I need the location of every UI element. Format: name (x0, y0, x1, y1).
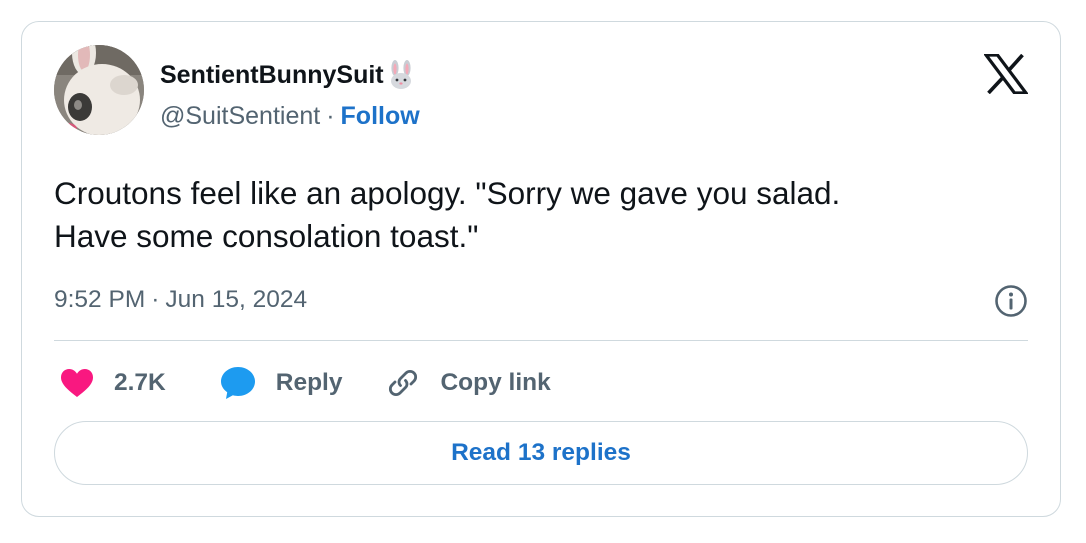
x-logo-icon[interactable] (982, 53, 1030, 95)
info-icon[interactable] (994, 284, 1028, 318)
reply-button[interactable]: Reply (220, 366, 343, 400)
like-count: 2.7K (114, 369, 166, 396)
like-button[interactable]: 2.7K (60, 368, 166, 398)
tweet-timestamp[interactable]: 9:52 PM · Jun 15, 2024 (54, 283, 307, 317)
copy-link-button[interactable]: Copy link (386, 366, 551, 400)
copy-link-label: Copy link (440, 369, 551, 396)
timestamp-separator: · (151, 286, 160, 313)
author-handle[interactable]: @SuitSentient (160, 102, 320, 130)
author-handle-row: @SuitSentient · Follow (160, 100, 420, 132)
avatar[interactable] (54, 45, 144, 135)
link-icon (389, 369, 418, 397)
speech-bubble-icon (220, 367, 255, 399)
divider (54, 340, 1028, 341)
rabbit-face-emoji-icon (386, 60, 416, 90)
reply-label: Reply (275, 369, 343, 396)
handle-separator: · (326, 102, 335, 130)
read-replies-button[interactable]: Read 13 replies (54, 421, 1028, 485)
follow-button[interactable]: Follow (341, 102, 420, 130)
tweet-text: Croutons feel like an apology. "Sorry we… (54, 175, 841, 254)
tweet-embed-card[interactable]: SentientBunnySuit @SuitSentient · Follow C… (21, 21, 1061, 517)
bunny-suit-avatar-image (54, 45, 144, 135)
author-display-name[interactable]: SentientBunnySuit (160, 59, 384, 91)
heart-icon (61, 369, 93, 397)
tweet-actions: 2.7K Reply Copy link (60, 362, 551, 404)
tweet-date: Jun 15, 2024 (165, 286, 308, 313)
author-display-name-row[interactable]: SentientBunnySuit (160, 59, 416, 91)
tweet-time: 9:52 PM (54, 286, 146, 313)
read-replies-label: Read 13 replies (451, 439, 631, 466)
